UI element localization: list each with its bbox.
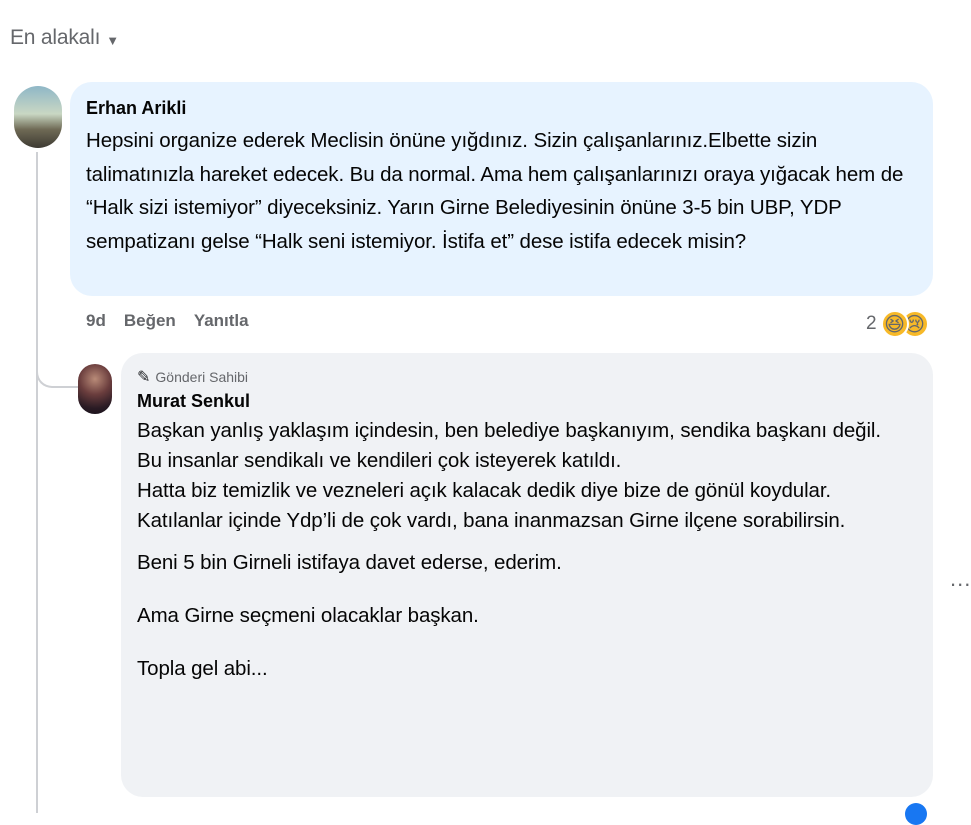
- badge-label: Gönderi Sahibi: [155, 369, 249, 385]
- reaction-icon: [905, 803, 927, 825]
- sort-dropdown[interactable]: En alakalı ▼: [10, 26, 119, 50]
- author-badge: ✎ Gönderi Sahibi: [137, 367, 915, 387]
- comment-time[interactable]: 9d: [86, 311, 106, 331]
- like-button[interactable]: Beğen: [124, 311, 176, 331]
- reply-paragraph: Başkan yanlış yaklaşım içindesin, ben be…: [137, 419, 881, 442]
- sort-label: En alakalı: [10, 26, 101, 49]
- laugh-emoji-icon: 😆: [880, 310, 909, 338]
- reply-paragraph: Topla gel abi...: [137, 657, 268, 680]
- reaction-count: 2: [866, 313, 877, 334]
- reply-paragraph: Katılanlar içinde Ydp’li de çok vardı, b…: [137, 509, 846, 532]
- reply-connector: [36, 340, 80, 388]
- reply-button[interactable]: Yanıtla: [194, 311, 249, 331]
- reply-avatar[interactable]: [78, 364, 112, 414]
- avatar[interactable]: [14, 86, 62, 148]
- reaction-summary[interactable]: 2 😆 😢: [866, 310, 929, 338]
- comment-text: Hepsini organize ederek Meclisin önüne y…: [86, 129, 904, 253]
- pencil-icon: ✎: [137, 369, 151, 386]
- more-options-button[interactable]: ...: [950, 566, 971, 592]
- comment-actions: 9d Beğen Yanıtla: [86, 311, 249, 331]
- reply-paragraph: Beni 5 bin Girneli istifaya davet ederse…: [137, 551, 562, 574]
- reply-paragraph: Bu insanlar sendikalı ve kendileri çok i…: [137, 449, 622, 472]
- comment-author[interactable]: Erhan Arikli: [86, 98, 915, 119]
- reply-paragraph: Ama Girne seçmeni olacaklar başkan.: [137, 604, 479, 627]
- comment-bubble: Erhan Arikli Hepsini organize ederek Mec…: [70, 82, 933, 296]
- thread-line: [36, 152, 38, 813]
- reply-author[interactable]: Murat Senkul: [137, 391, 915, 412]
- reply-paragraph: Hatta biz temizlik ve vezneleri açık kal…: [137, 479, 832, 502]
- caret-down-icon: ▼: [106, 32, 119, 48]
- reply-bubble: ✎ Gönderi Sahibi Murat Senkul Başkan yan…: [121, 353, 933, 797]
